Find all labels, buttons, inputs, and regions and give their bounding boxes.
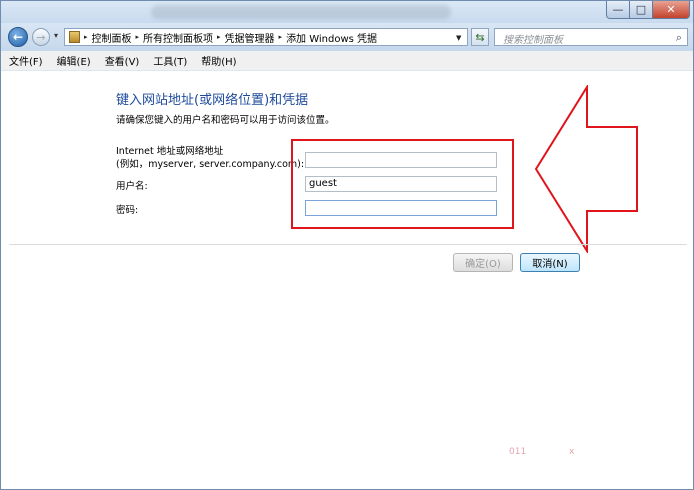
chevron-right-icon: ▸ bbox=[135, 33, 140, 41]
page-title: 键入网站地址(或网络位置)和凭据 bbox=[116, 93, 309, 108]
menu-tools[interactable]: 工具(T) bbox=[147, 53, 193, 68]
username-label: 用户名: bbox=[116, 181, 148, 192]
close-icon: ✕ bbox=[666, 3, 676, 16]
control-panel-icon bbox=[69, 31, 80, 43]
address-bar[interactable]: ▸ 控制面板 ▸ 所有控制面板项 ▸ 凭据管理器 ▸ 添加 Windows 凭据 bbox=[64, 28, 468, 46]
divider bbox=[9, 244, 687, 245]
forward-arrow-icon: → bbox=[36, 30, 46, 44]
breadcrumb-item[interactable]: ▸ 控制面板 bbox=[84, 30, 132, 45]
menu-help[interactable]: 帮助(H) bbox=[195, 53, 242, 68]
recent-pages-dropdown[interactable]: ▾ bbox=[54, 31, 58, 40]
watermark-text: 011 bbox=[509, 447, 527, 457]
close-button[interactable]: ✕ bbox=[652, 1, 690, 19]
refresh-icon: ⇆ bbox=[475, 30, 485, 44]
ok-button[interactable]: 确定(O) bbox=[453, 253, 513, 272]
cancel-button[interactable]: 取消(N) bbox=[520, 253, 580, 272]
password-label: 密码: bbox=[116, 205, 139, 216]
back-button[interactable]: ← bbox=[8, 27, 28, 47]
menu-bar: 文件(F) 编辑(E) 查看(V) 工具(T) 帮助(H) bbox=[1, 51, 693, 71]
forward-button[interactable]: → bbox=[32, 28, 50, 46]
chevron-right-icon: ▸ bbox=[278, 33, 283, 41]
highlight-box bbox=[291, 139, 514, 229]
breadcrumb-item[interactable]: ▸ 凭据管理器 bbox=[217, 30, 275, 45]
address-label-line1: Internet 地址或网络地址 bbox=[116, 146, 224, 157]
blurred-window-title bbox=[151, 5, 451, 19]
breadcrumb-item[interactable]: ▸ 所有控制面板项 bbox=[136, 30, 214, 45]
refresh-button[interactable]: ⇆ bbox=[471, 28, 489, 46]
left-arrow-annotation bbox=[534, 85, 638, 253]
menu-file[interactable]: 文件(F) bbox=[3, 53, 49, 68]
menu-edit[interactable]: 编辑(E) bbox=[51, 53, 97, 68]
address-label-line2: (例如，myserver, server.company.com): bbox=[116, 159, 305, 170]
menu-view[interactable]: 查看(V) bbox=[99, 53, 146, 68]
maximize-button[interactable]: □ bbox=[629, 1, 653, 19]
address-dropdown-icon[interactable]: ▼ bbox=[456, 34, 461, 42]
watermark-text: x bbox=[569, 447, 575, 457]
breadcrumb-item[interactable]: ▸ 添加 Windows 凭据 bbox=[279, 30, 378, 45]
credential-manager-window: — □ ✕ ← → ▾ ▸ 控制面板 ▸ 所有控制面板项 ▸ 凭据管理器 ▸ 添加 Wi… bbox=[0, 0, 694, 490]
title-bar[interactable]: — □ ✕ bbox=[1, 1, 693, 23]
back-arrow-icon: ← bbox=[12, 30, 24, 44]
search-placeholder: 搜索控制面板 bbox=[503, 35, 563, 46]
minimize-button[interactable]: — bbox=[606, 1, 630, 19]
search-input[interactable]: 搜索控制面板 ⌕ bbox=[494, 28, 688, 46]
minimize-icon: — bbox=[612, 3, 624, 16]
search-icon[interactable]: ⌕ bbox=[676, 31, 682, 45]
maximize-icon: □ bbox=[635, 3, 647, 16]
instruction-text: 请确保您键入的用户名和密码可以用于访问该位置。 bbox=[116, 115, 335, 126]
chevron-right-icon: ▸ bbox=[217, 33, 221, 41]
chevron-right-icon: ▸ bbox=[84, 33, 88, 41]
